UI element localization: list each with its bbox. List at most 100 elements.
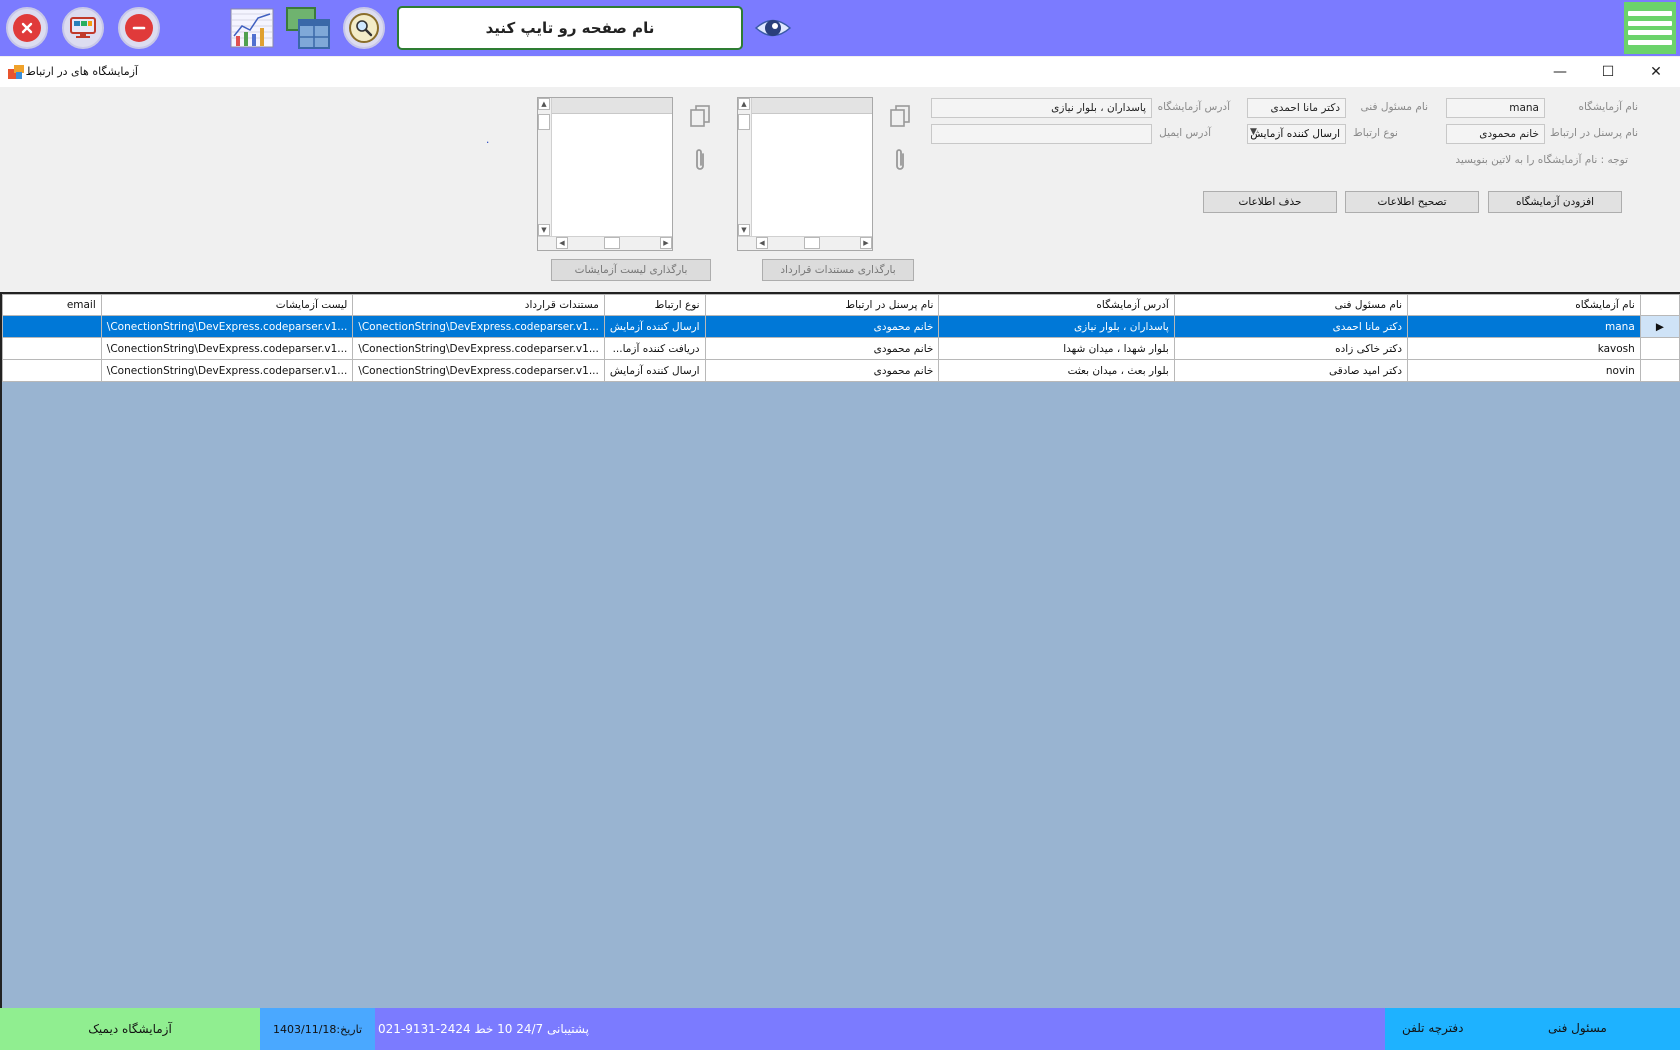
row-header-cell: [1639, 294, 1680, 316]
cell-tech-manager[interactable]: دکتر خاکی زاده: [1173, 337, 1409, 360]
column-header-contracts[interactable]: مستندات قرارداد: [352, 294, 605, 316]
reports-chart-button[interactable]: [229, 6, 275, 50]
phonebook-link[interactable]: دفترچه تلفن: [1402, 1021, 1464, 1035]
delete-info-button[interactable]: حذف اطلاعات: [1203, 191, 1337, 213]
page-search-input[interactable]: نام صفحه رو تایپ کنید: [397, 6, 743, 50]
window-maximize-button[interactable]: ☐: [1593, 61, 1623, 83]
window-layout-button[interactable]: [285, 6, 331, 50]
cell-lab-name[interactable]: novin: [1407, 359, 1641, 382]
copy-contracts-icon[interactable]: [887, 103, 913, 129]
status-links: دفترچه تلفن مسئول فنی: [1385, 1008, 1680, 1050]
window-minimize-button[interactable]: —: [1545, 61, 1575, 83]
monitor-icon: [69, 14, 97, 42]
eye-button[interactable]: [754, 10, 792, 46]
cell-lab-address[interactable]: بلوار بعث ، میدان بعثت: [938, 359, 1175, 382]
cell-contracts[interactable]: \ConectionString\DevExpress.codeparser.v…: [352, 359, 605, 382]
cell-email[interactable]: [2, 359, 102, 382]
relation-type-label: نوع ارتباط: [1353, 127, 1398, 139]
scroll-up-icon[interactable]: ▲: [738, 98, 750, 110]
tech-manager-link[interactable]: مسئول فنی: [1548, 1021, 1607, 1035]
cell-tests[interactable]: \ConectionString\DevExpress.codeparser.v…: [100, 315, 354, 338]
contracts-list-header: [752, 98, 872, 114]
table-row[interactable]: novin دکتر امید صادقی بلوار بعث ، میدان …: [2, 359, 1680, 382]
cell-lab-address[interactable]: بلوار شهدا ، میدان شهدا: [938, 337, 1175, 360]
upload-contracts-button[interactable]: بارگذاری مستندات قرارداد: [762, 259, 914, 281]
date-display: تاریخ:1403/11/18: [260, 1008, 375, 1050]
tests-listbox[interactable]: ▲ ▼ ◀ ▶: [537, 97, 673, 251]
cell-tests[interactable]: \ConectionString\DevExpress.codeparser.v…: [100, 359, 354, 382]
column-header-tests[interactable]: لیست آزمایشات: [100, 294, 354, 316]
copy-tests-icon[interactable]: [687, 103, 713, 129]
scroll-thumb[interactable]: [804, 237, 820, 249]
lab-address-field[interactable]: پاسداران ، بلوار نیازی: [931, 98, 1152, 118]
cell-tech-manager[interactable]: دکتر مانا احمدی: [1173, 315, 1409, 338]
scroll-right-icon[interactable]: ▶: [660, 237, 672, 249]
cell-contracts[interactable]: \ConectionString\DevExpress.codeparser.v…: [352, 315, 605, 338]
cell-contact-person[interactable]: خانم محمودی: [704, 337, 940, 360]
relation-type-select[interactable]: ▼ ارسال کننده آزمایش: [1247, 124, 1346, 144]
cell-lab-name[interactable]: mana: [1407, 315, 1641, 338]
scroll-thumb[interactable]: [738, 114, 750, 130]
window-close-button[interactable]: ✕: [1641, 61, 1671, 83]
add-lab-button[interactable]: افزودن آزمایشگاه: [1488, 191, 1622, 213]
column-header-relation-type[interactable]: نوع ارتباط: [603, 294, 706, 316]
cell-relation-type[interactable]: ارسال کننده آزمایش: [603, 359, 706, 382]
cell-contact-person[interactable]: خانم محمودی: [704, 315, 940, 338]
cell-email[interactable]: [2, 337, 102, 360]
row-indicator-icon[interactable]: ▶: [1639, 315, 1680, 338]
cell-lab-name[interactable]: kavosh: [1407, 337, 1641, 360]
tech-manager-field[interactable]: دکتر مانا احمدی: [1247, 98, 1346, 118]
edit-info-button[interactable]: تصحیح اطلاعات: [1345, 191, 1479, 213]
scroll-left-icon[interactable]: ◀: [756, 237, 768, 249]
contracts-listbox[interactable]: ▲ ▼ ◀ ▶: [737, 97, 873, 251]
column-header-tech-manager[interactable]: نام مسئول فنی: [1173, 294, 1409, 316]
scroll-thumb[interactable]: [538, 114, 550, 130]
app-logo-icon: [8, 65, 24, 79]
display-settings-button[interactable]: [62, 7, 104, 49]
find-page-button[interactable]: [343, 7, 385, 49]
cell-email[interactable]: [2, 315, 102, 338]
lab-name-field[interactable]: mana: [1446, 98, 1545, 118]
cell-tech-manager[interactable]: دکتر امید صادقی: [1173, 359, 1409, 382]
scroll-right-icon[interactable]: ▶: [860, 237, 872, 249]
column-header-contact-person[interactable]: نام پرسنل در ارتباط: [704, 294, 940, 316]
lab-address-label: آدرس آزمایشگاه: [1157, 101, 1230, 113]
column-header-email[interactable]: email: [2, 294, 102, 316]
table-row[interactable]: kavosh دکتر خاکی زاده بلوار شهدا ، میدان…: [2, 337, 1680, 360]
minimize-app-button[interactable]: [118, 7, 160, 49]
minus-circle-icon: [125, 14, 153, 42]
relation-type-value: ارسال کننده آزمایش: [1250, 128, 1340, 140]
scroll-down-icon[interactable]: ▼: [738, 224, 750, 236]
cell-tests[interactable]: \ConectionString\DevExpress.codeparser.v…: [100, 337, 354, 360]
cell-lab-address[interactable]: پاسداران ، بلوار نیازی: [938, 315, 1175, 338]
eye-icon: [754, 19, 792, 37]
lab-name-badge: آزمایشگاه دیمیک: [0, 1008, 260, 1050]
tests-vscrollbar[interactable]: ▲ ▼: [538, 98, 552, 236]
column-header-lab-name[interactable]: نام آزمایشگاه: [1407, 294, 1641, 316]
chevron-down-icon: ▼: [1250, 127, 1257, 137]
column-header-lab-address[interactable]: آدرس آزمایشگاه: [938, 294, 1175, 316]
tests-hscrollbar[interactable]: ◀ ▶: [538, 236, 672, 250]
email-field[interactable]: [931, 124, 1152, 144]
scroll-down-icon[interactable]: ▼: [538, 224, 550, 236]
row-header-cell[interactable]: [1639, 337, 1680, 360]
attach-contracts-icon[interactable]: [887, 147, 913, 173]
contact-person-field[interactable]: خانم محمودی: [1446, 124, 1545, 144]
window-title-bar: آزمایشگاه های در ارتباط — ☐ ✕: [0, 57, 1680, 87]
cell-relation-type[interactable]: دریافت کننده آزما...: [603, 337, 706, 360]
contracts-vscrollbar[interactable]: ▲ ▼: [738, 98, 752, 236]
contracts-hscrollbar[interactable]: ◀ ▶: [738, 236, 872, 250]
row-header-cell[interactable]: [1639, 359, 1680, 382]
main-menu-button[interactable]: [1624, 2, 1676, 54]
cell-contracts[interactable]: \ConectionString\DevExpress.codeparser.v…: [352, 337, 605, 360]
cell-contact-person[interactable]: خانم محمودی: [704, 359, 940, 382]
close-app-button[interactable]: [6, 7, 48, 49]
attach-tests-icon[interactable]: [687, 147, 713, 173]
table-row[interactable]: ▶ mana دکتر مانا احمدی پاسداران ، بلوار …: [2, 315, 1680, 338]
scroll-left-icon[interactable]: ◀: [556, 237, 568, 249]
scroll-up-icon[interactable]: ▲: [538, 98, 550, 110]
status-dot: .: [486, 134, 490, 146]
cell-relation-type[interactable]: ارسال کننده آزمایش: [603, 315, 706, 338]
upload-tests-button[interactable]: بارگذاری لیست آزمایشات: [551, 259, 711, 281]
scroll-thumb[interactable]: [604, 237, 620, 249]
